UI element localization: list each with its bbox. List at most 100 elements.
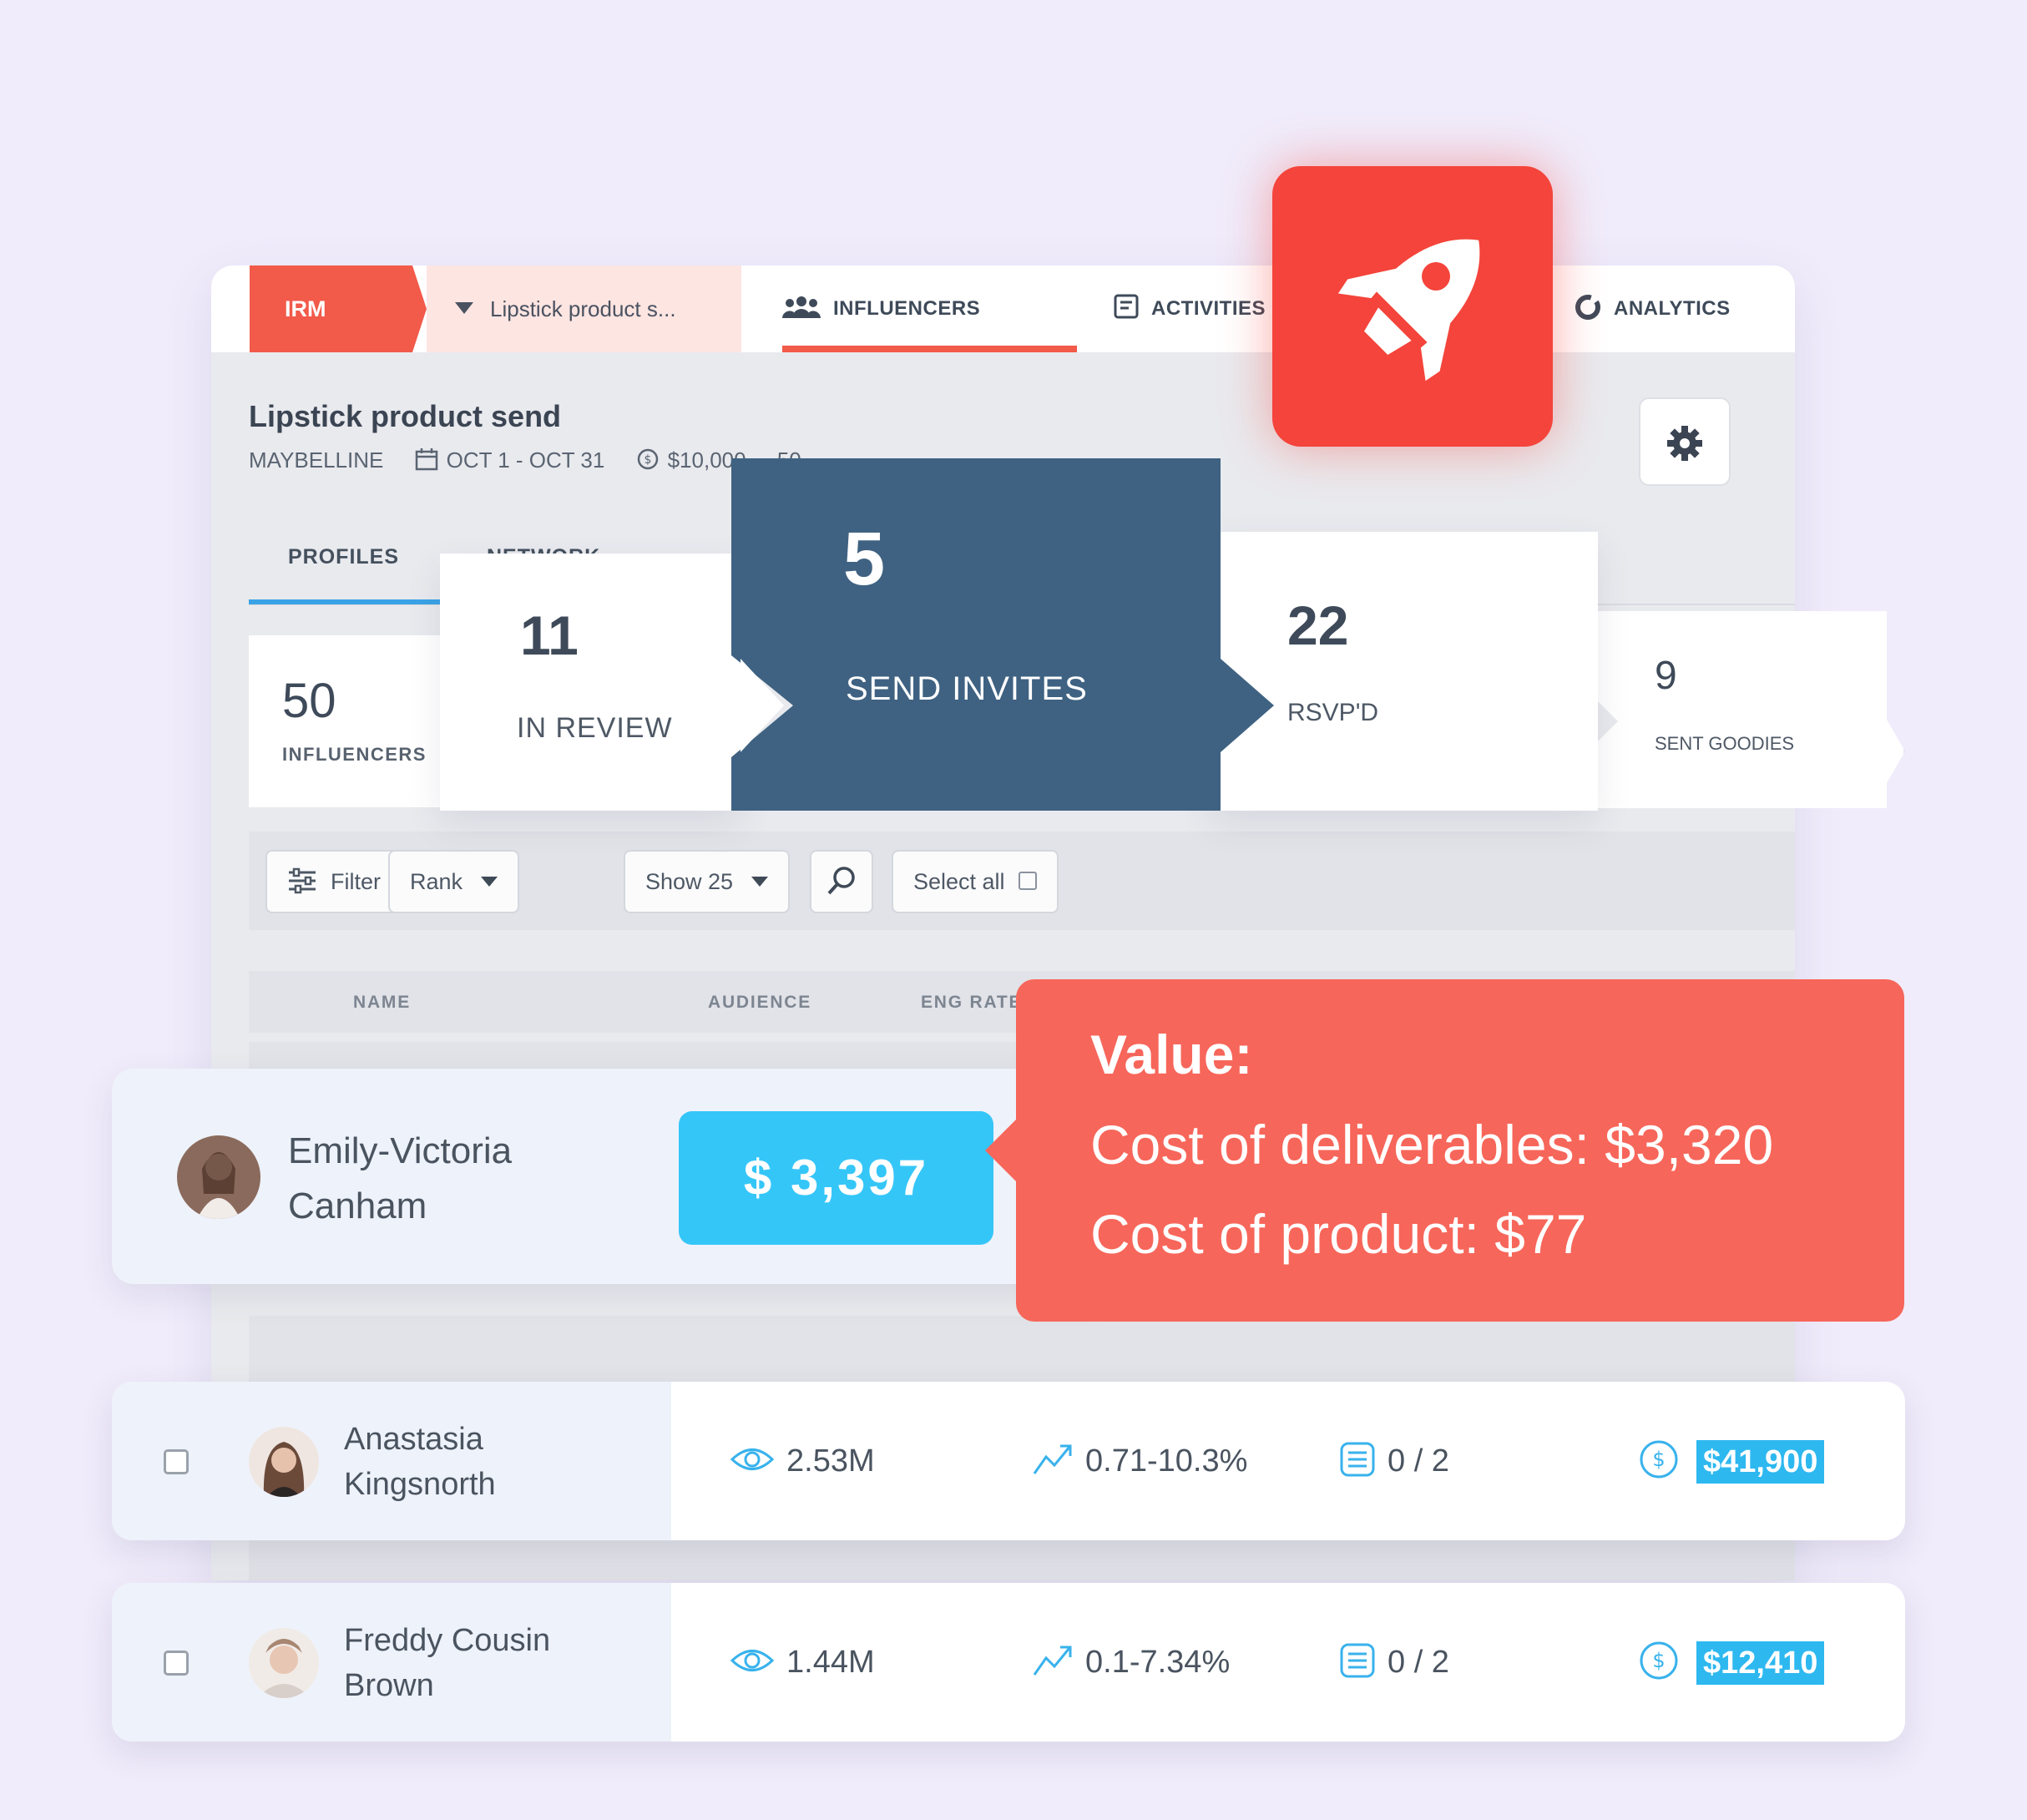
table-row[interactable]: Freddy Cousin Brown 1.44M 0.1-7.34% 0 / … bbox=[112, 1583, 1905, 1742]
svg-text:$: $ bbox=[644, 453, 651, 467]
tab-analytics-label: ANALYTICS bbox=[1614, 297, 1731, 320]
activities-icon bbox=[1114, 294, 1139, 319]
eye-icon bbox=[730, 1448, 775, 1470]
svg-text:$: $ bbox=[1652, 1448, 1665, 1471]
filter-label: Filter bbox=[331, 869, 381, 894]
stage-label: IN REVIEW bbox=[517, 712, 673, 744]
trend-icon bbox=[1033, 1444, 1072, 1474]
stage-count: 22 bbox=[1287, 594, 1349, 656]
row-checkbox[interactable] bbox=[164, 1651, 189, 1676]
campaign-dates: OCT 1 - OCT 31 bbox=[415, 447, 605, 473]
tab-influencers-label: INFLUENCERS bbox=[833, 297, 981, 320]
stage-card-send-invites[interactable]: 5 SEND INVITES bbox=[731, 458, 1221, 811]
eng-rate-cell: 0.71-10.3% bbox=[1032, 1382, 1247, 1540]
rank-label: Rank bbox=[410, 869, 463, 894]
eng-rate-cell: 0.1-7.34% bbox=[1032, 1583, 1230, 1742]
list-icon bbox=[1340, 1442, 1375, 1477]
deliverables-cell: 0 / 2 bbox=[1339, 1382, 1449, 1540]
tooltip-product-cost: Cost of product: $77 bbox=[1090, 1203, 1587, 1265]
tab-activities-label: ACTIVITIES bbox=[1151, 297, 1266, 320]
gear-icon bbox=[1667, 426, 1702, 461]
people-icon bbox=[782, 296, 821, 318]
featured-influencer-row[interactable]: Emily-Victoria Canham $ 3,397 bbox=[112, 1069, 1130, 1284]
influencer-name[interactable]: Emily-Victoria Canham bbox=[288, 1124, 639, 1234]
audience-value: 1.44M bbox=[786, 1645, 875, 1680]
tab-activities[interactable]: ACTIVITIES bbox=[1113, 265, 1266, 352]
column-header-name[interactable]: NAME bbox=[353, 993, 411, 1013]
audience-value: 2.53M bbox=[786, 1443, 875, 1479]
avatar bbox=[249, 1427, 319, 1497]
select-all-button[interactable]: Select all bbox=[892, 850, 1059, 913]
column-header-audience[interactable]: AUDIENCE bbox=[708, 993, 811, 1013]
subtab-profiles[interactable]: PROFILES bbox=[288, 545, 399, 569]
chevron-down-icon bbox=[455, 302, 473, 315]
select-all-checkbox[interactable] bbox=[1018, 871, 1037, 890]
stage-label: RSVP'D bbox=[1287, 699, 1379, 726]
eye-icon bbox=[730, 1649, 775, 1671]
search-icon bbox=[827, 867, 855, 895]
show-count-dropdown[interactable]: Show 25 bbox=[624, 850, 791, 913]
campaign-budget: $ $10,000 bbox=[636, 447, 746, 473]
value-tooltip: Value: Cost of deliverables: $3,320 Cost… bbox=[1016, 979, 1904, 1322]
analytics-icon bbox=[1575, 294, 1600, 320]
svg-text:$: $ bbox=[1652, 1649, 1665, 1672]
top-navigation: IRM Lipstick product s... INFLUENCERS AC… bbox=[211, 265, 1795, 352]
deliverables-cell: 0 / 2 bbox=[1339, 1583, 1449, 1742]
column-header-eng-rate[interactable]: ENG RATE bbox=[921, 993, 1022, 1013]
stage-arrow bbox=[741, 659, 784, 752]
influencer-name[interactable]: Freddy Cousin Brown bbox=[344, 1618, 594, 1708]
eng-rate-value: 0.1-7.34% bbox=[1085, 1645, 1231, 1680]
campaign-selector[interactable]: Lipstick product s... bbox=[427, 265, 741, 352]
active-tab-indicator bbox=[782, 346, 1077, 352]
stage-count: 5 bbox=[843, 518, 886, 601]
stage-card-influencers[interactable]: 50 INFLUENCERS bbox=[249, 635, 466, 807]
campaign-brand: MAYBELLINE bbox=[249, 447, 384, 473]
settings-button[interactable] bbox=[1639, 397, 1731, 486]
stage-label: SENT GOODIES bbox=[1655, 733, 1795, 754]
campaign-dates-text: OCT 1 - OCT 31 bbox=[446, 447, 605, 473]
tooltip-title: Value: bbox=[1090, 1024, 1253, 1085]
tab-analytics[interactable]: ANALYTICS bbox=[1574, 265, 1731, 352]
select-all-label: Select all bbox=[913, 869, 1005, 894]
calendar-icon bbox=[415, 448, 437, 471]
chevron-down-icon bbox=[481, 876, 498, 887]
influencer-name[interactable]: Anastasia Kingsnorth bbox=[344, 1417, 594, 1507]
dollar-icon: $ bbox=[1640, 1440, 1678, 1479]
table-row[interactable]: Anastasia Kingsnorth 2.53M 0.71-10.3% 0 … bbox=[112, 1382, 1905, 1540]
price-badge[interactable]: $12,410 bbox=[1696, 1641, 1825, 1685]
deliverables-value: 0 / 2 bbox=[1388, 1645, 1449, 1680]
audience-cell: 1.44M bbox=[730, 1583, 875, 1742]
rank-dropdown[interactable]: Rank bbox=[388, 850, 520, 913]
brand-tab[interactable]: IRM bbox=[250, 265, 427, 352]
price-icon-cell: $ bbox=[1638, 1583, 1691, 1742]
value-badge[interactable]: $ 3,397 bbox=[679, 1111, 993, 1245]
dollar-icon: $ bbox=[1640, 1641, 1678, 1680]
stage-card-sent-goodies[interactable]: 9 SENT GOODIES bbox=[1586, 611, 1903, 808]
tab-influencers[interactable]: INFLUENCERS bbox=[781, 265, 980, 352]
stage-card-in-review[interactable]: 11 IN REVIEW bbox=[440, 554, 741, 811]
stage-count: 11 bbox=[520, 604, 579, 666]
filter-button[interactable]: Filter bbox=[265, 850, 402, 913]
row-checkbox[interactable] bbox=[164, 1449, 189, 1474]
tooltip-pointer bbox=[985, 1117, 1019, 1184]
rocket-icon bbox=[1337, 239, 1480, 382]
launch-button[interactable] bbox=[1272, 166, 1553, 447]
show-count-label: Show 25 bbox=[645, 869, 734, 894]
tooltip-deliverables-cost: Cost of deliverables: $3,320 bbox=[1090, 1114, 1774, 1175]
stage-count: 9 bbox=[1655, 654, 1677, 698]
campaign-selector-label: Lipstick product s... bbox=[490, 296, 676, 321]
audience-cell: 2.53M bbox=[730, 1382, 875, 1540]
stage-arrow bbox=[1221, 659, 1274, 752]
price-badge[interactable]: $41,900 bbox=[1696, 1440, 1825, 1484]
toolbar: Filter Rank Show 25 Select all bbox=[249, 832, 1795, 930]
eng-rate-value: 0.71-10.3% bbox=[1085, 1443, 1248, 1479]
stage-count: 50 bbox=[282, 674, 336, 728]
search-button[interactable] bbox=[810, 850, 873, 913]
campaign-title: Lipstick product send bbox=[249, 399, 562, 433]
avatar bbox=[249, 1628, 319, 1698]
dollar-icon: $ bbox=[637, 448, 658, 470]
deliverables-value: 0 / 2 bbox=[1388, 1443, 1449, 1479]
active-subtab-indicator bbox=[249, 599, 449, 604]
stage-label: SEND INVITES bbox=[846, 670, 1088, 707]
list-icon bbox=[1340, 1643, 1375, 1678]
